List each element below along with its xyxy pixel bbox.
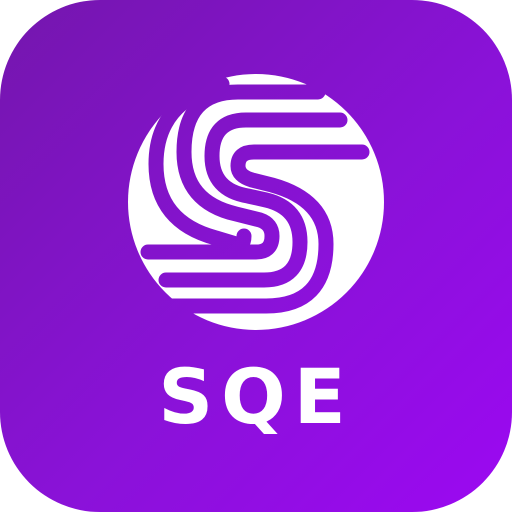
brand-name: SQE: [158, 352, 354, 441]
striped-s-sphere-icon: [128, 74, 384, 330]
app-icon[interactable]: SQE: [0, 0, 512, 512]
